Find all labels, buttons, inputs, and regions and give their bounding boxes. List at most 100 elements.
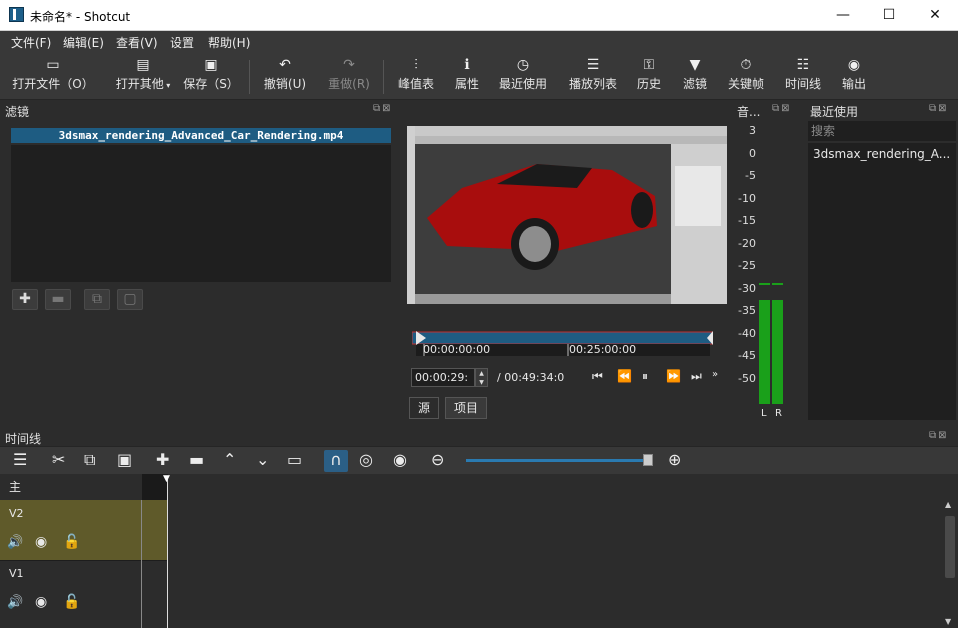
menu-settings[interactable]: 设置 — [170, 34, 194, 51]
maximize-button[interactable]: ☐ — [866, 0, 912, 31]
zoom-slider[interactable] — [466, 459, 646, 462]
redo-button[interactable]: ↷ 重做(R) — [324, 55, 374, 97]
recent-search-input[interactable]: 搜索 — [808, 121, 956, 141]
meter-scale-label: -20 — [738, 236, 756, 250]
meter-scale-label: -35 — [738, 304, 756, 317]
timeline-button[interactable]: ☷ 时间线 — [781, 55, 825, 97]
filters-button[interactable]: ▼ 滤镜 — [680, 55, 710, 97]
tab-project[interactable]: 项目 — [445, 397, 488, 419]
remove-filter-button[interactable]: ▬ — [45, 289, 71, 310]
tab-source[interactable]: 源 — [409, 397, 440, 419]
meter-scale-label: 3 — [749, 124, 756, 137]
v2-track-header[interactable] — [0, 500, 168, 560]
v2-lock-icon[interactable]: 🔓 — [63, 534, 80, 550]
menu-view[interactable]: 查看(V) — [116, 34, 158, 51]
lift-icon[interactable]: ⌃ — [223, 450, 236, 470]
scrollbar-thumb[interactable] — [945, 516, 955, 578]
close-button[interactable]: ✕ — [912, 0, 958, 31]
meter-scale-label: -45 — [738, 349, 756, 362]
add-filter-button[interactable]: ✚ — [12, 289, 38, 310]
timeline-menu-icon[interactable]: ☰ — [13, 450, 27, 470]
menu-file[interactable]: 文件(F) — [11, 34, 51, 51]
filters-panel-title: 滤镜 — [5, 105, 30, 119]
shotcut-app-icon — [9, 7, 24, 22]
meter-icon: ⫶ — [414, 57, 418, 73]
snap-magnet-icon[interactable]: ∩ — [324, 450, 348, 472]
menu-edit[interactable]: 编辑(E) — [63, 34, 104, 51]
fast-forward-button[interactable]: ⏩ — [666, 369, 681, 383]
properties-button[interactable]: ℹ 属性 — [450, 55, 484, 97]
append-icon[interactable]: ✚ — [156, 450, 169, 470]
history-button[interactable]: ⚿ 历史 — [634, 55, 664, 97]
overwrite-icon[interactable]: ⌄ — [256, 450, 269, 470]
filter-list[interactable] — [11, 145, 391, 282]
playlist-button[interactable]: ☰ 播放列表 — [566, 55, 620, 97]
zoom-slider-handle[interactable] — [643, 454, 653, 466]
track-divider — [141, 500, 142, 628]
paste-icon[interactable]: ▣ — [117, 450, 132, 470]
ripple-icon[interactable]: ◉ — [393, 450, 407, 470]
export-button[interactable]: ◉ 输出 — [838, 55, 870, 97]
peak-meter-button[interactable]: ⫶ 峰值表 — [394, 55, 438, 97]
position-timecode-input[interactable]: 00:00:29: — [411, 368, 475, 387]
info-icon: ℹ — [464, 57, 470, 73]
open-file-button[interactable]: ▭ 打开文件（O） — [10, 55, 96, 97]
disc-icon: ◉ — [847, 57, 861, 73]
v1-track-header[interactable] — [0, 560, 168, 622]
zoom-out-icon[interactable]: ⊖ — [431, 450, 444, 470]
master-track-header[interactable] — [0, 474, 142, 500]
left-channel-label: L — [761, 408, 767, 419]
playhead-marker-icon: ▼ — [163, 474, 170, 484]
rewind-button[interactable]: ⏪ — [617, 369, 632, 383]
pause-button[interactable]: ⏸ — [642, 369, 648, 384]
meter-scale-label: -25 — [738, 259, 756, 272]
meter-scale-label: -50 — [738, 371, 756, 385]
funnel-icon: ▼ — [689, 57, 701, 73]
paste-filters-button[interactable]: ▢ — [117, 289, 143, 310]
v1-lock-icon[interactable]: 🔓 — [63, 594, 80, 610]
recent-item[interactable]: 3dsmax_rendering_A... — [813, 147, 950, 161]
keyframes-button[interactable]: ⏱ 关键帧 — [724, 55, 768, 97]
copy-icon[interactable]: ⧉ — [84, 450, 95, 470]
recent-button[interactable]: ◷ 最近使用 — [496, 55, 550, 97]
more-controls-button[interactable]: » — [712, 369, 718, 380]
meter-scale-label: -40 — [738, 326, 756, 340]
redo-icon: ↷ — [343, 57, 355, 73]
save-button[interactable]: ▣ 保存（S） — [181, 55, 241, 97]
v1-hide-icon[interactable]: ◉ — [35, 594, 47, 610]
meter-scale-label: -15 — [738, 214, 756, 227]
skip-previous-button[interactable]: ⏮ — [592, 369, 603, 384]
timeline-panel-title: 时间线 — [5, 432, 42, 446]
filters-dock-buttons[interactable]: ⧉⊠ — [373, 103, 393, 114]
recent-panel-title: 最近使用 — [810, 105, 859, 119]
list-icon: ☰ — [586, 57, 600, 73]
scrub-eye-icon[interactable]: ◎ — [359, 450, 373, 470]
add-file-icon: ▤ — [136, 57, 150, 73]
toolbar-separator — [383, 60, 384, 94]
master-track-label: 主 — [9, 480, 22, 494]
v2-hide-icon[interactable]: ◉ — [35, 534, 47, 550]
menu-help[interactable]: 帮助(H) — [208, 34, 250, 51]
undo-icon: ↶ — [279, 57, 291, 73]
ruler-start-time: 00:00:00:00 — [423, 343, 491, 356]
v1-mute-icon[interactable]: 🔊 — [7, 595, 23, 610]
video-preview[interactable] — [407, 126, 727, 304]
recent-dock-buttons[interactable]: ⧉⊠ — [929, 103, 949, 114]
cut-icon[interactable]: ✂ — [52, 450, 65, 470]
minimize-button[interactable]: — — [820, 0, 866, 31]
zoom-in-icon[interactable]: ⊕ — [668, 450, 681, 470]
copy-filters-button[interactable]: ⧉ — [84, 289, 110, 310]
skip-next-button[interactable]: ⏭ — [691, 369, 702, 384]
remove-icon[interactable]: ▬ — [189, 450, 204, 470]
undo-button[interactable]: ↶ 撤销(U) — [260, 55, 310, 97]
playhead[interactable] — [167, 476, 168, 628]
timeline-panel-header — [0, 428, 958, 446]
split-icon[interactable]: ▭ — [287, 450, 302, 470]
open-other-button[interactable]: ▤ 打开其他 ▾ — [110, 55, 176, 97]
audio-dock-buttons[interactable]: ⧉⊠ — [772, 103, 792, 114]
timecode-spinner[interactable]: ▲ ▼ — [475, 368, 488, 387]
timeline-dock-buttons[interactable]: ⧉⊠ — [929, 430, 949, 441]
timeline-vertical-scrollbar[interactable]: ▲ ▼ — [942, 500, 958, 628]
recent-list[interactable] — [808, 143, 956, 420]
v2-mute-icon[interactable]: 🔊 — [7, 535, 23, 550]
